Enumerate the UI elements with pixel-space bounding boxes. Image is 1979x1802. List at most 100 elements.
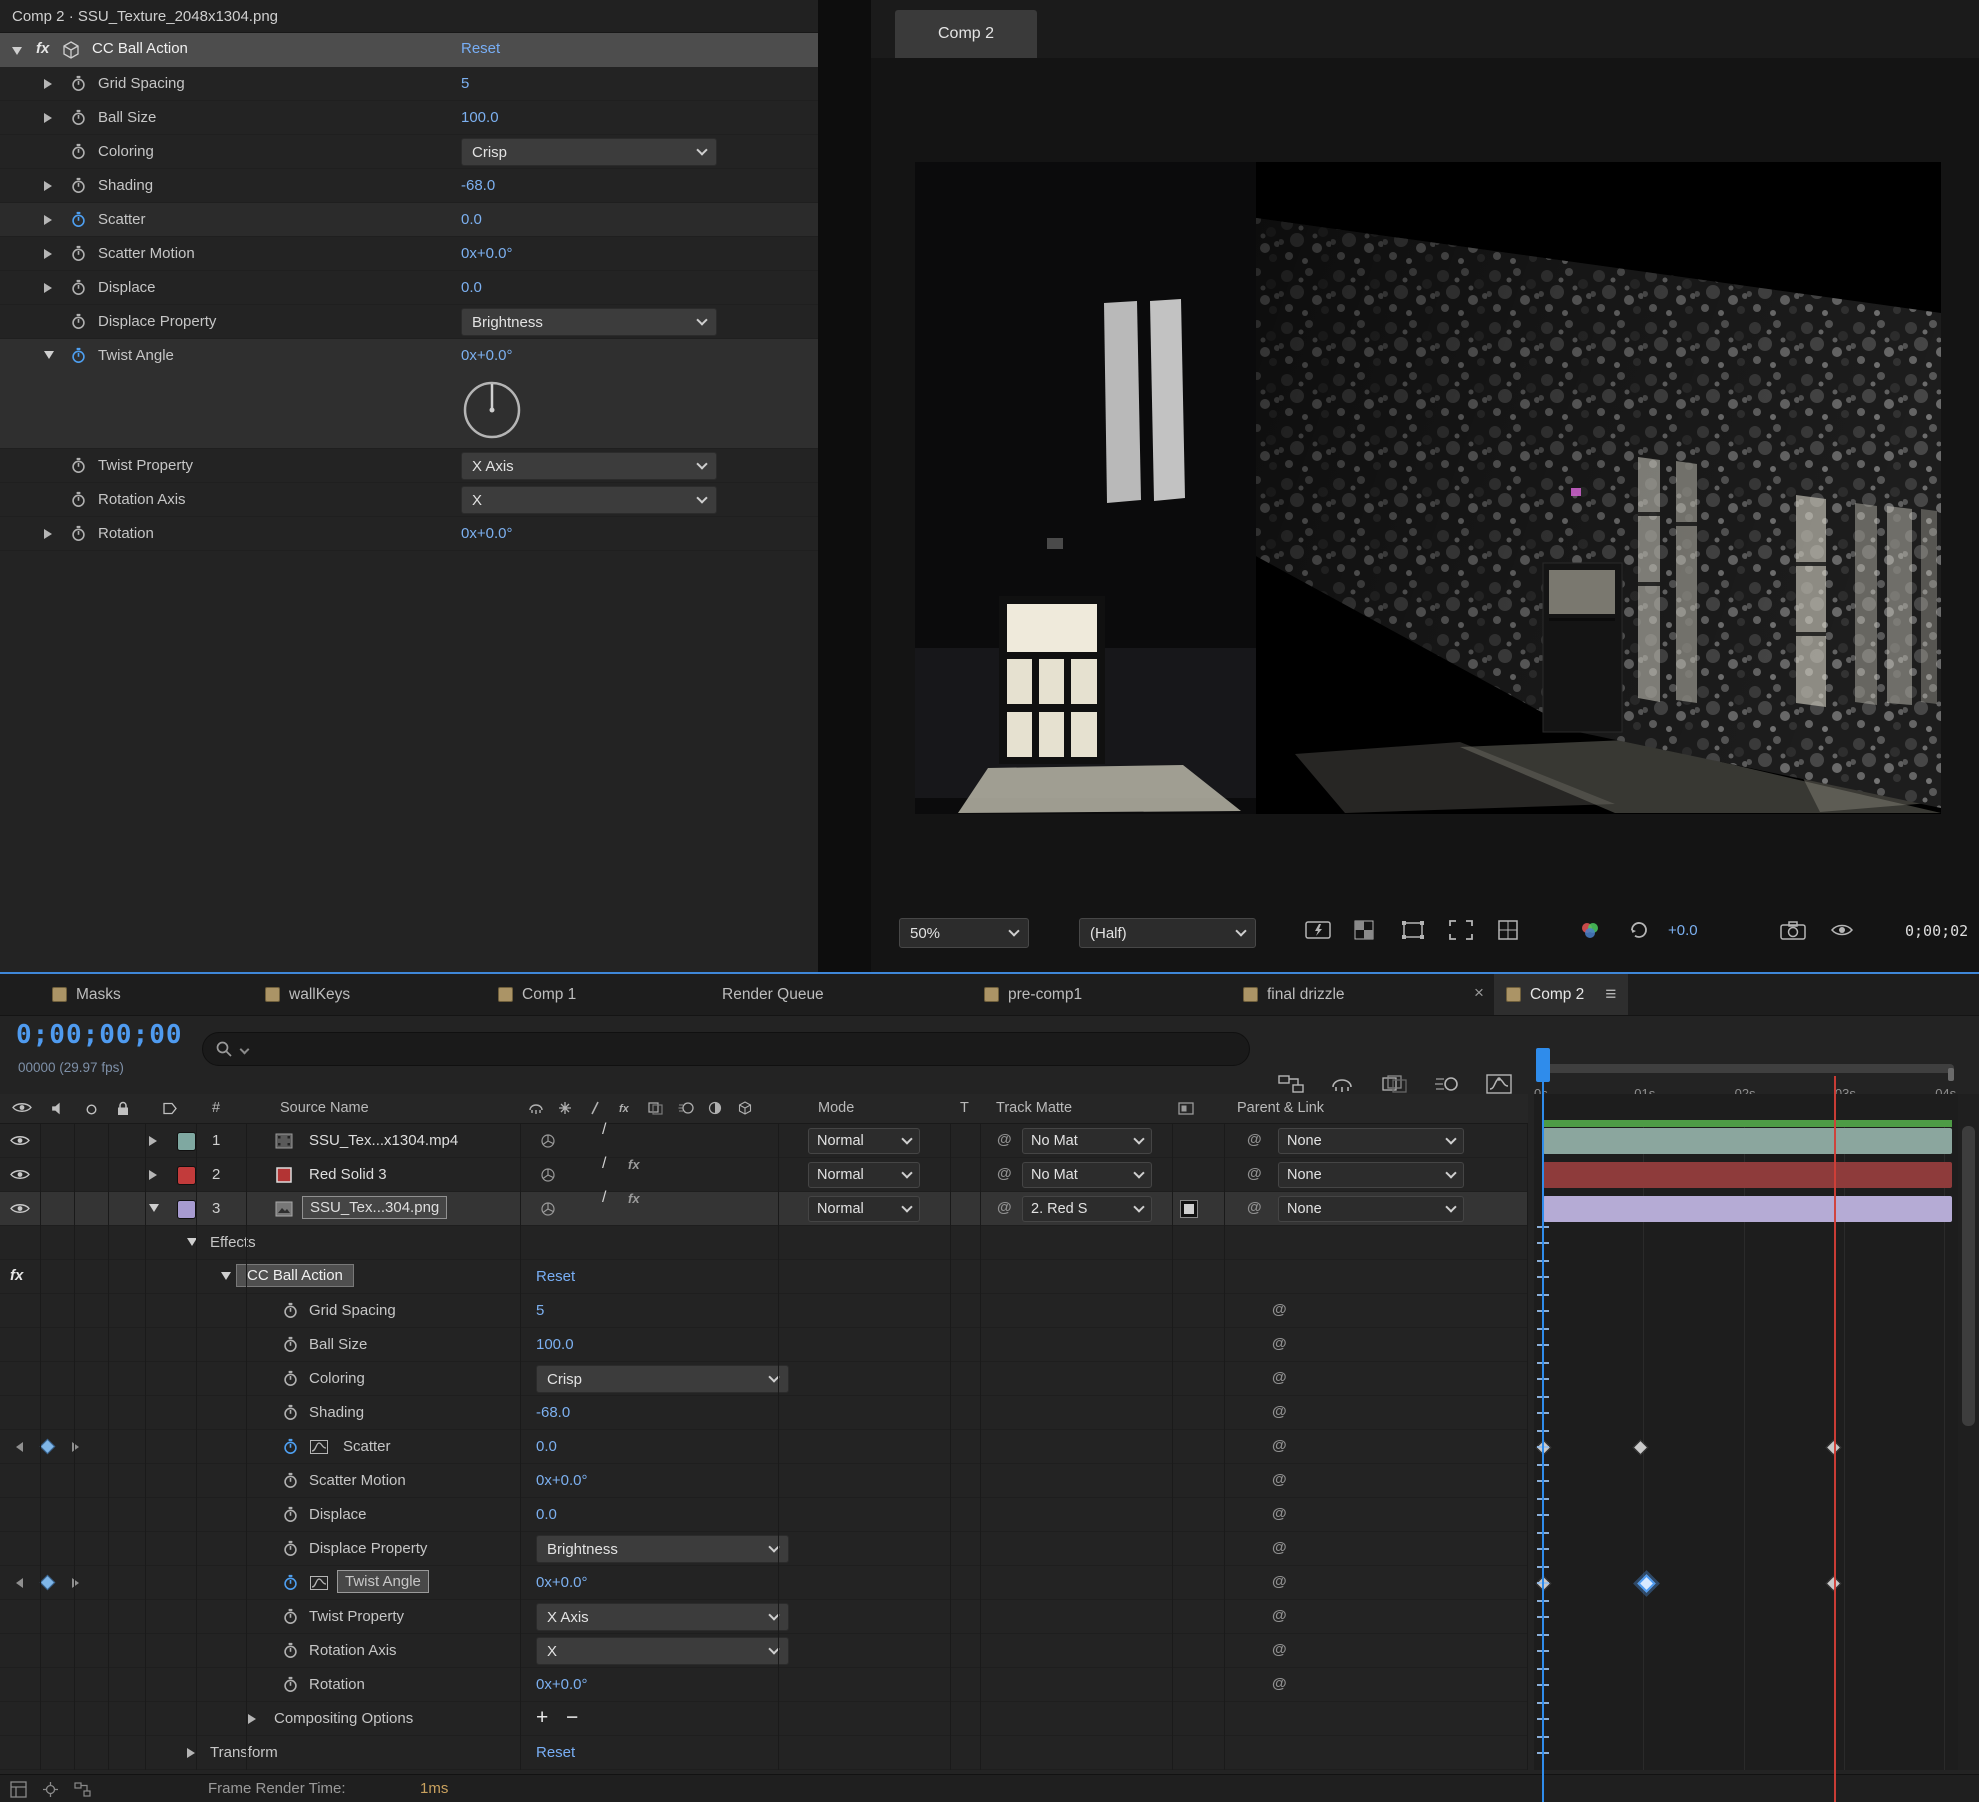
previous-keyframe-icon[interactable] [16, 1578, 23, 1588]
pick-whip-icon[interactable]: @ [1272, 1607, 1287, 1624]
tl-prop-coloring[interactable]: ColoringCrisp@ [0, 1362, 1528, 1396]
blend-mode-dropdown[interactable]: Normal [808, 1196, 920, 1222]
add-keyframe-diamond-icon[interactable] [40, 1439, 56, 1455]
twist-angle-dial[interactable] [0, 373, 818, 449]
property-label[interactable]: Scatter Motion [309, 1472, 406, 1489]
pick-whip-icon[interactable]: @ [1272, 1675, 1287, 1692]
property-value[interactable]: 100.0 [536, 1336, 574, 1353]
property-value[interactable]: 0x+0.0° [461, 525, 512, 542]
pick-whip-icon[interactable]: @ [1272, 1437, 1287, 1454]
track-matte-toggle-icon[interactable] [1180, 1200, 1198, 1218]
effect-cc-ball-action-row[interactable]: fxCC Ball ActionReset [0, 1260, 1528, 1294]
graph-toggle-icon[interactable] [310, 1440, 328, 1454]
property-value[interactable]: 0.0 [461, 279, 482, 296]
stopwatch-icon[interactable] [70, 109, 87, 126]
layer-duration-bar[interactable] [1543, 1196, 1952, 1222]
panel-tab-render-queue[interactable]: Render Queue [710, 974, 836, 1015]
stopwatch-icon[interactable] [70, 347, 87, 364]
property-label[interactable]: Rotation Axis [309, 1642, 397, 1659]
property-value[interactable]: 0x+0.0° [461, 245, 512, 262]
grid-guides-icon[interactable] [1497, 920, 1519, 940]
expand-arrow-icon[interactable] [44, 181, 52, 191]
layer-expand-arrow-icon[interactable] [149, 1170, 157, 1180]
property-value[interactable]: -68.0 [536, 1404, 570, 1421]
property-label[interactable]: Shading [309, 1404, 364, 1421]
layer-row-3[interactable]: 3SSU_Tex...304.png/fxNormal@2. Red S@Non… [0, 1192, 1528, 1226]
ecp-row-rotation-axis[interactable]: Rotation AxisX [0, 483, 818, 517]
property-value[interactable]: 0.0 [536, 1506, 557, 1523]
property-value[interactable]: 0.0 [536, 1438, 557, 1455]
ecp-row-coloring[interactable]: ColoringCrisp [0, 135, 818, 169]
pick-whip-icon[interactable]: @ [1272, 1539, 1287, 1556]
expand-arrow-icon[interactable] [248, 1714, 256, 1724]
layer-label-color[interactable] [177, 1132, 196, 1151]
stopwatch-icon[interactable] [70, 491, 87, 508]
effects-group-row[interactable]: Effects [0, 1226, 1528, 1260]
layer-label-color[interactable] [177, 1200, 196, 1219]
tl-prop-scatter-motion[interactable]: Scatter Motion0x+0.0°@ [0, 1464, 1528, 1498]
stopwatch-icon[interactable] [282, 1438, 299, 1455]
twist-property-dropdown[interactable]: X Axis [536, 1603, 789, 1631]
panel-tab-final-drizzle[interactable]: final drizzle [1231, 974, 1357, 1015]
stopwatch-icon[interactable] [282, 1370, 299, 1387]
layer-expand-arrow-icon[interactable] [149, 1136, 157, 1146]
resolution-dropdown[interactable]: (Half) [1079, 918, 1256, 948]
render-settings-icon[interactable] [42, 1781, 59, 1798]
blend-mode-dropdown[interactable]: Normal [808, 1128, 920, 1154]
pick-whip-icon[interactable]: @ [1272, 1641, 1287, 1658]
ecp-row-displace-property[interactable]: Displace PropertyBrightness [0, 305, 818, 339]
property-label[interactable]: Scatter [343, 1438, 391, 1455]
property-label[interactable]: Displace [309, 1506, 367, 1523]
keyframe-diamond[interactable] [1633, 1439, 1649, 1455]
tl-prop-displace-property[interactable]: Displace PropertyBrightness@ [0, 1532, 1528, 1566]
ecp-row-ball-size[interactable]: Ball Size100.0 [0, 101, 818, 135]
twist-property-dropdown[interactable]: X Axis [461, 452, 717, 480]
property-label[interactable]: Displace Property [309, 1540, 427, 1557]
pick-whip-icon[interactable]: @ [997, 1165, 1012, 1182]
stopwatch-icon[interactable] [282, 1302, 299, 1319]
ecp-row-rotation[interactable]: Rotation0x+0.0° [0, 517, 818, 551]
stopwatch-icon[interactable] [282, 1676, 299, 1693]
tl-prop-twist-property[interactable]: Twist Property X Axis @ [0, 1600, 1528, 1634]
layer-name[interactable]: SSU_Tex...x1304.mp4 [309, 1132, 458, 1149]
graph-toggle-icon[interactable] [310, 1576, 328, 1590]
layer-name[interactable]: SSU_Tex...304.png [302, 1196, 447, 1219]
expand-arrow-icon[interactable] [187, 1748, 195, 1758]
expand-arrow-icon[interactable] [44, 529, 52, 539]
layer-label-color[interactable] [177, 1166, 196, 1185]
rotation-axis-dropdown[interactable]: X [536, 1637, 789, 1665]
stopwatch-icon[interactable] [70, 177, 87, 194]
shy-icon[interactable] [1330, 1074, 1354, 1094]
graph-editor-icon[interactable] [1486, 1074, 1512, 1094]
selected-keyframe-diamond[interactable] [1637, 1574, 1655, 1592]
stopwatch-icon[interactable] [282, 1608, 299, 1625]
collapse-transformations-icon[interactable] [540, 1201, 556, 1217]
property-value[interactable]: -68.0 [461, 177, 495, 194]
stopwatch-icon[interactable] [282, 1404, 299, 1421]
property-value[interactable]: 0x+0.0° [461, 347, 512, 364]
property-label[interactable]: Rotation [309, 1676, 365, 1693]
tl-prop-grid-spacing[interactable]: Grid Spacing5@ [0, 1294, 1528, 1328]
collapse-transformations-icon[interactable] [540, 1133, 556, 1149]
timeline-vertical-scrollbar[interactable] [1958, 1094, 1979, 1770]
stopwatch-icon[interactable] [70, 279, 87, 296]
ecp-row-displace[interactable]: Displace0.0 [0, 271, 818, 305]
property-value[interactable]: 0x+0.0° [536, 1676, 587, 1693]
zoom-dropdown[interactable]: 50% [899, 918, 1029, 948]
layer-visibility-eye-icon[interactable] [10, 1134, 30, 1147]
composition-mini-icon[interactable] [10, 1781, 27, 1798]
property-label[interactable]: Twist Property [309, 1608, 404, 1625]
tl-prop-shading[interactable]: Shading-68.0@ [0, 1396, 1528, 1430]
navigator-handle-right[interactable] [1948, 1068, 1954, 1081]
pick-whip-icon[interactable]: @ [1272, 1505, 1287, 1522]
coloring-dropdown[interactable]: Crisp [461, 138, 717, 166]
layer-expand-arrow-icon[interactable] [149, 1204, 159, 1212]
panel-tab-comp-1[interactable]: Comp 1 [486, 974, 588, 1015]
compositing-options-row[interactable]: Compositing Options+− [0, 1702, 1528, 1736]
property-label[interactable]: Twist Angle [337, 1570, 429, 1593]
remove-compositing-option-icon[interactable]: − [566, 1706, 578, 1730]
stopwatch-icon[interactable] [70, 245, 87, 262]
expand-arrow-icon[interactable] [44, 79, 52, 89]
column-source-name[interactable]: Source Name [280, 1100, 369, 1116]
tab-close-icon[interactable]: × [1474, 983, 1484, 1003]
